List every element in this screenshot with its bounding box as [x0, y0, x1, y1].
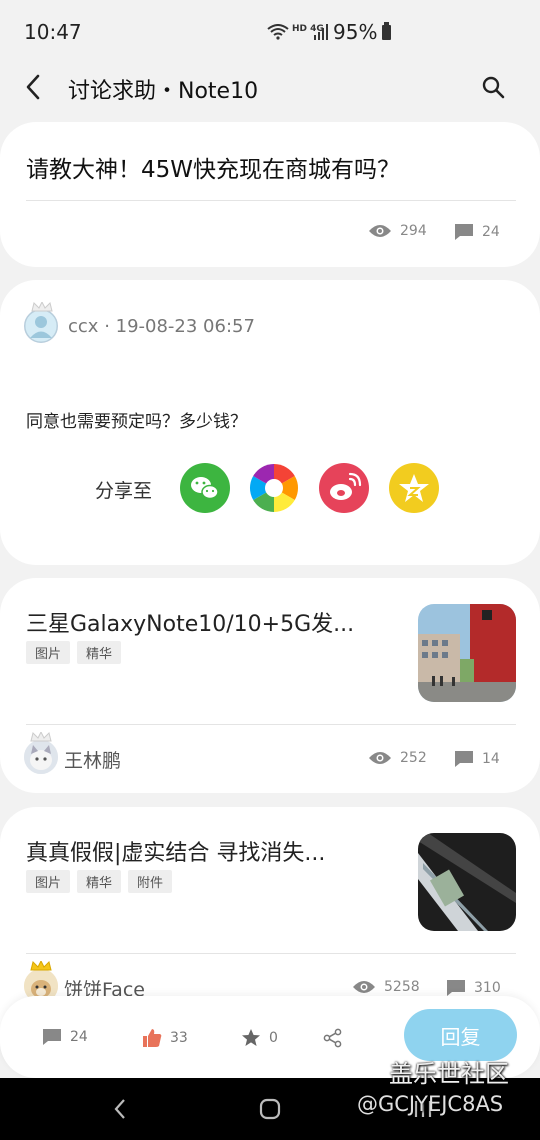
- avatar[interactable]: [24, 732, 58, 774]
- comment-count-value: 24: [482, 224, 500, 240]
- like-button[interactable]: 33: [142, 1028, 188, 1048]
- question-card: 请教大神！45W快充现在商城有吗？ 294 24: [0, 122, 540, 267]
- comment-count: 24: [454, 223, 500, 241]
- question-title: 请教大神！45W快充现在商城有吗？: [26, 157, 401, 183]
- related-post-title[interactable]: 真真假假|虚实结合 寻找消失...: [26, 835, 325, 867]
- qzone-star-icon: [399, 474, 429, 502]
- tag: 图片: [26, 641, 71, 664]
- eye-icon: [369, 752, 391, 764]
- comments-count: 24: [70, 1029, 88, 1045]
- moments-share-button[interactable]: [249, 463, 299, 513]
- view-count-value: 294: [400, 223, 427, 239]
- post-author[interactable]: 王林鹏: [64, 746, 121, 773]
- favorites-count: 0: [269, 1030, 278, 1046]
- user-avatar-icon: [24, 309, 58, 343]
- comment-icon: [455, 224, 473, 240]
- nav-home-icon[interactable]: [259, 1098, 281, 1120]
- comments-button[interactable]: 24: [42, 1028, 88, 1046]
- view-count-value: 5258: [384, 979, 420, 995]
- top-app-bar: 讨论求助・Note10: [0, 64, 540, 112]
- view-count: 5258: [352, 979, 420, 995]
- watermark-text: 盖乐世社区: [389, 1060, 509, 1088]
- eye-icon: [369, 225, 391, 237]
- qzone-share-button[interactable]: [389, 463, 439, 513]
- share-icon: [323, 1028, 342, 1048]
- post-thumbnail[interactable]: [418, 833, 516, 931]
- comment-count-value: 310: [474, 980, 501, 996]
- tag-list: 图片 精华: [26, 641, 122, 664]
- wifi-icon: [267, 24, 289, 40]
- tag: 附件: [128, 870, 173, 893]
- weibo-share-button[interactable]: [319, 463, 369, 513]
- battery-percent: 95%: [333, 20, 378, 44]
- comment-icon: [447, 980, 465, 996]
- tag: 精华: [77, 870, 122, 893]
- related-post-card[interactable]: 三星GalaxyNote10/10+5G发... 图片 精华 王林鹏 252 1…: [0, 578, 540, 793]
- comment-count: 14: [454, 750, 500, 768]
- thumbs-up-icon: [143, 1029, 162, 1047]
- nav-back-icon[interactable]: [112, 1098, 128, 1120]
- comment-icon: [455, 751, 473, 767]
- cat-avatar-icon: [24, 740, 58, 774]
- view-count: 294: [368, 223, 427, 239]
- share-label: 分享至: [95, 480, 153, 502]
- tag-list: 图片 精华 附件: [26, 870, 173, 893]
- view-count: 252: [368, 750, 427, 766]
- post-date: · 19-08-23 06:57: [104, 316, 255, 337]
- divider: [26, 953, 516, 954]
- divider: [26, 724, 516, 725]
- building-photo: [418, 604, 516, 702]
- back-arrow-icon[interactable]: [22, 72, 46, 102]
- crown-icon: [30, 732, 52, 742]
- comment-count-value: 14: [482, 751, 500, 767]
- divider: [26, 200, 516, 201]
- share-button[interactable]: [323, 1028, 343, 1048]
- star-icon: [242, 1029, 260, 1046]
- search-icon[interactable]: [481, 75, 505, 99]
- post-body: 同意也需要预定吗？多少钱？: [26, 412, 247, 432]
- post-thumbnail[interactable]: [418, 604, 516, 702]
- avatar[interactable]: [24, 302, 58, 343]
- status-time: 10:47: [24, 20, 82, 44]
- wechat-share-button[interactable]: [180, 463, 230, 513]
- crown-icon: [31, 302, 53, 312]
- weibo-icon: [330, 472, 362, 500]
- related-post-title[interactable]: 三星GalaxyNote10/10+5G发...: [26, 606, 354, 638]
- likes-count: 33: [170, 1030, 188, 1046]
- favorite-button[interactable]: 0: [241, 1028, 278, 1048]
- phone-photo: [418, 833, 516, 931]
- page-title: 讨论求助・Note10: [68, 79, 259, 104]
- eye-icon: [353, 981, 375, 993]
- moments-icon: [249, 464, 299, 512]
- status-bar: 10:47 HD 4G 95%: [0, 0, 540, 64]
- wechat-icon: [191, 477, 219, 500]
- signal-icon: [314, 24, 328, 40]
- post-author[interactable]: ccx: [68, 316, 98, 337]
- reply-post-card: ccx · 19-08-23 06:57 同意也需要预定吗？多少钱？ 分享至: [0, 280, 540, 565]
- post-meta: ccx · 19-08-23 06:57: [68, 316, 255, 337]
- comment-count: 310: [446, 979, 501, 997]
- watermark-handle: @GCJYEJC8AS: [357, 1092, 504, 1116]
- comment-icon: [43, 1029, 61, 1045]
- gold-crown-icon: [30, 961, 52, 971]
- battery-icon: [382, 22, 391, 40]
- tag: 精华: [77, 641, 122, 664]
- tag: 图片: [26, 870, 71, 893]
- view-count-value: 252: [400, 750, 427, 766]
